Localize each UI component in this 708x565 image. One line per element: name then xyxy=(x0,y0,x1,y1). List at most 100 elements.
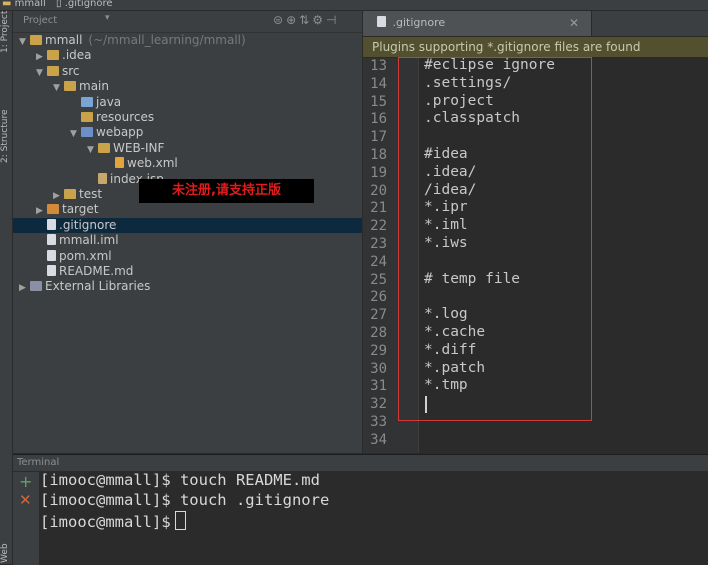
terminal-title[interactable]: Terminal xyxy=(17,457,59,468)
line-number: 26 xyxy=(370,289,387,306)
breadcrumb-project-label: mmall xyxy=(14,0,46,9)
tree-item-label: test xyxy=(79,187,103,201)
line-number: 27 xyxy=(370,307,387,324)
folder-icon xyxy=(64,81,76,92)
tree-item[interactable]: README.md xyxy=(13,264,362,279)
chevron-down-icon[interactable]: ▾ xyxy=(105,13,110,23)
web-tool-button[interactable]: Web xyxy=(0,543,10,563)
tree-item[interactable]: ▼ main xyxy=(13,79,362,94)
tree-item-label: pom.xml xyxy=(59,248,112,263)
terminal-panel: Terminal + ✕ [imooc@mmall]$ touch README… xyxy=(13,454,708,565)
tree-item[interactable]: ▶ .idea xyxy=(13,48,362,63)
tree-item-label: mmall xyxy=(45,33,83,47)
text-cursor xyxy=(425,396,427,413)
plugin-notification-text: Plugins supporting *.gitignore files are… xyxy=(372,40,641,54)
tree-item-path: (~/mmall_learning/mmall) xyxy=(88,33,246,47)
new-session-icon[interactable]: + xyxy=(19,472,32,491)
folder-icon xyxy=(98,142,110,153)
tree-item-label: README.md xyxy=(59,264,134,278)
tree-item[interactable]: resources xyxy=(13,110,362,125)
file-icon xyxy=(47,265,56,276)
expand-icon[interactable]: ⇅ xyxy=(299,13,312,27)
file-icon xyxy=(47,234,56,246)
close-icon[interactable]: ✕ xyxy=(569,11,579,35)
folder-icon xyxy=(47,65,59,76)
tree-item[interactable]: .gitignore xyxy=(13,217,362,233)
line-number: 24 xyxy=(370,253,387,270)
folder-icon xyxy=(64,189,76,199)
project-panel-title[interactable]: Project xyxy=(23,15,57,26)
tree-item[interactable]: ▶ External Libraries xyxy=(13,279,362,294)
project-panel-header: Project ▾ ⊜⊕⇅⚙⊣ xyxy=(13,11,362,33)
highlight-annotation-box xyxy=(398,57,592,421)
tree-item[interactable]: ▶ target xyxy=(13,202,362,217)
gear-icon[interactable]: ⚙ xyxy=(312,13,326,27)
line-number: 30 xyxy=(370,360,387,377)
tree-item-label: target xyxy=(62,202,99,217)
line-number: 29 xyxy=(370,342,387,359)
plugin-notification[interactable]: Plugins supporting *.gitignore files are… xyxy=(363,37,708,57)
tree-item-label: .gitignore xyxy=(59,217,117,232)
terminal-line: [imooc@mmall]$ touch README.md xyxy=(40,471,320,489)
line-number: 13 xyxy=(370,58,387,74)
panel-toolbar: ⊜⊕⇅⚙⊣ xyxy=(273,13,339,27)
terminal-prompt: [imooc@mmall]$ xyxy=(40,513,171,531)
file-icon: ▯ xyxy=(56,0,62,9)
line-number: 20 xyxy=(370,182,387,199)
file-icon xyxy=(47,218,56,230)
line-number: 16 xyxy=(370,111,387,128)
line-number: 19 xyxy=(370,164,387,181)
editor-pane: .gitignore ✕ Plugins supporting *.gitign… xyxy=(363,11,708,453)
line-number: 34 xyxy=(370,431,387,448)
tree-item-label: java xyxy=(96,94,122,109)
terminal-prompt-line[interactable]: [imooc@mmall]$ xyxy=(40,511,186,531)
line-number: 14 xyxy=(370,75,387,92)
navigation-bar: ▬ mmall ▯ .gitignore xyxy=(0,0,708,11)
terminal-cursor xyxy=(174,511,186,530)
tree-item-label: .idea xyxy=(62,48,92,63)
folder-res-icon xyxy=(81,112,93,122)
file-icon xyxy=(377,16,386,27)
breadcrumb-project[interactable]: ▬ mmall xyxy=(2,0,46,9)
tool-window-strip: 1: Project 2: Structure Web xyxy=(0,11,13,564)
line-number: 33 xyxy=(370,414,387,430)
terminal-header: Terminal xyxy=(13,455,708,471)
editor-tab-bar: .gitignore ✕ xyxy=(363,11,708,37)
line-number: 23 xyxy=(370,236,387,252)
tree-item[interactable]: ▼ src xyxy=(13,64,362,79)
close-session-icon[interactable]: ✕ xyxy=(19,491,32,509)
structure-tool-button[interactable]: 2: Structure xyxy=(0,110,10,164)
sync-icon[interactable]: ⊜ xyxy=(273,13,286,27)
tree-item-label: main xyxy=(79,79,109,94)
tree-item[interactable]: web.xml xyxy=(13,156,362,171)
tree-item[interactable]: mmall.iml xyxy=(13,233,362,248)
tree-item[interactable]: ▼ webapp xyxy=(13,125,362,140)
folder-icon: ▬ xyxy=(2,0,12,9)
tree-item-label: mmall.iml xyxy=(59,233,119,248)
hide-icon[interactable]: ⊣ xyxy=(326,13,339,27)
tree-item[interactable]: ▼ WEB-INF xyxy=(13,141,362,156)
tab-label: .gitignore xyxy=(392,16,446,29)
line-number: 32 xyxy=(370,396,387,413)
collapsed-arrow-icon[interactable]: ▶ xyxy=(19,281,30,296)
line-number: 31 xyxy=(370,378,387,395)
project-tool-button[interactable]: 1: Project xyxy=(0,11,10,53)
tree-item-label: web.xml xyxy=(127,156,178,171)
line-number: 15 xyxy=(370,93,387,110)
tree-item-label: webapp xyxy=(96,125,144,140)
line-number: 22 xyxy=(370,218,387,235)
tree-item[interactable]: pom.xml xyxy=(13,249,362,264)
tree-item-label: src xyxy=(62,63,80,78)
tab-gitignore[interactable]: .gitignore ✕ xyxy=(363,11,592,36)
line-number: 28 xyxy=(370,325,387,341)
folder-src-icon xyxy=(81,96,93,107)
jsp-icon xyxy=(98,172,107,184)
tree-item[interactable]: java xyxy=(13,95,362,110)
unregistered-watermark: 未注册,请支持正版 xyxy=(139,179,314,203)
line-number: 17 xyxy=(370,129,387,146)
folder-icon xyxy=(30,35,42,45)
breadcrumb-file[interactable]: ▯ .gitignore xyxy=(56,0,113,9)
tree-item[interactable]: ▼ mmall (~/mmall_learning/mmall) xyxy=(13,33,362,48)
tree-item-label: resources xyxy=(96,110,155,124)
collapse-all-icon[interactable]: ⊕ xyxy=(286,13,299,27)
